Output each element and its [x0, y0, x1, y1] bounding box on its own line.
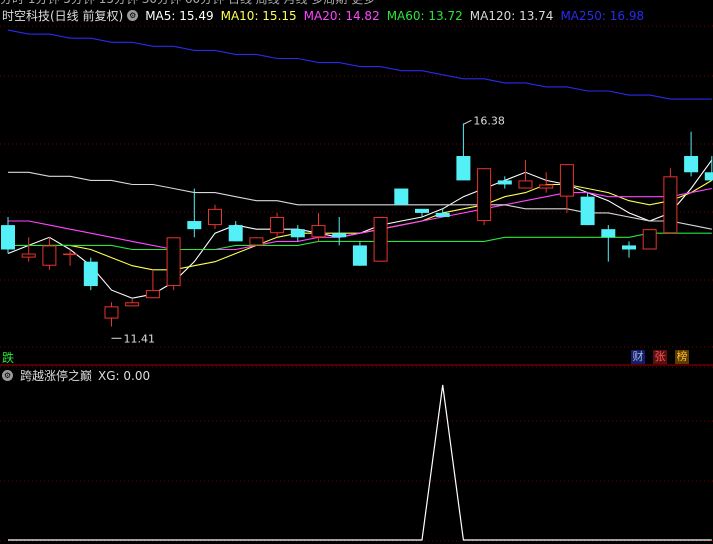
candle-body [580, 196, 595, 226]
candle[interactable] [270, 212, 285, 238]
candle[interactable] [208, 204, 222, 230]
candle-body [104, 306, 119, 319]
ma-line-ma20 [8, 187, 712, 251]
candle[interactable] [63, 249, 78, 266]
candle-body [642, 229, 657, 250]
candle-body [622, 245, 636, 250]
candle-body [435, 212, 450, 217]
candle[interactable] [684, 131, 699, 177]
candle[interactable] [125, 298, 140, 307]
ma-line-ma120 [8, 171, 712, 230]
chart-canvas: 16.38 11.41 [0, 25, 713, 542]
candle[interactable] [559, 164, 574, 213]
candle-body [559, 164, 574, 197]
stock-title: 时空科技(日线 前复权) [2, 9, 124, 23]
candle-body [145, 290, 160, 299]
ma-legend-item: MA5: 15.49 [145, 9, 214, 23]
price-annotation: 16.38 [463, 114, 505, 127]
main-panel-header: 时空科技(日线 前复权) ⚙ MA5: 15.49 MA10: 15.15 MA20: … [2, 7, 651, 25]
candle-body [601, 229, 616, 238]
candle[interactable] [249, 237, 264, 246]
candle-body [21, 253, 36, 258]
candle[interactable] [187, 188, 202, 238]
candle-body [394, 188, 409, 205]
candle[interactable] [228, 221, 243, 242]
candle[interactable] [539, 172, 554, 193]
candle-body [290, 229, 305, 238]
candle[interactable] [21, 237, 36, 262]
candle-body [684, 156, 699, 173]
candle-body [497, 180, 512, 185]
candle-body [63, 253, 78, 256]
indicator-gear-icon[interactable]: ⚙ [2, 370, 13, 381]
candle-body [518, 180, 533, 189]
candle[interactable] [601, 225, 616, 262]
annotation-label: 16.38 [473, 114, 505, 127]
ma-legend: MA5: 15.49 MA10: 15.15 MA20: 14.82 MA60: 13… [145, 9, 651, 23]
candle-body [249, 237, 264, 246]
candle-body [83, 261, 98, 287]
xg-indicator-line [8, 384, 712, 541]
sub-panel-header: ⚙ 跨越涨停之巅 XG: 0.00 [2, 367, 157, 385]
candle-body [311, 225, 326, 238]
candle[interactable] [580, 192, 595, 226]
candle-body [477, 168, 492, 222]
candle[interactable] [42, 237, 57, 270]
ma-legend-item: MA120: 13.74 [469, 9, 554, 23]
finance-badge[interactable]: 财 [631, 350, 645, 364]
candle[interactable] [83, 257, 98, 291]
candle[interactable] [415, 208, 429, 217]
annotation-arrow [463, 119, 472, 125]
candle-body [1, 225, 15, 250]
candle-body [208, 208, 222, 226]
indicator-title: 跨越涨停之巅 [20, 369, 93, 383]
candle[interactable] [373, 216, 388, 262]
price-annotations: 16.38 11.41 [111, 114, 505, 345]
settings-gear-icon[interactable]: ⚙ [127, 10, 139, 21]
candle[interactable] [394, 188, 409, 205]
rank-badge[interactable]: 榜 [675, 350, 689, 364]
limit-up-badge[interactable]: 张 [653, 350, 667, 364]
candle[interactable] [642, 229, 657, 250]
candle-body [270, 216, 285, 234]
candle[interactable] [290, 225, 305, 242]
xg-line [8, 384, 712, 541]
candle[interactable] [435, 208, 450, 217]
candle[interactable] [663, 168, 678, 234]
candle-body [187, 221, 202, 230]
candle-body [42, 245, 57, 266]
candle[interactable] [166, 237, 181, 291]
down-label: 跌 [2, 351, 15, 365]
candlestick-series [1, 123, 713, 327]
candle-body [125, 302, 140, 307]
candle[interactable] [311, 212, 326, 242]
candle-body [228, 225, 243, 242]
candle[interactable] [1, 216, 15, 254]
candle[interactable] [352, 241, 367, 266]
candle[interactable] [622, 241, 636, 258]
grid-lines [0, 25, 713, 542]
candle[interactable] [145, 269, 160, 299]
candle[interactable] [104, 302, 119, 327]
candle-body [166, 237, 181, 287]
candle-body [539, 184, 554, 189]
indicator-value: XG: 0.00 [98, 369, 151, 383]
ma-line-ma250 [7, 29, 712, 100]
ma-legend-item: MA60: 13.72 [386, 9, 463, 23]
candle[interactable] [456, 123, 471, 181]
ma-legend-item: MA20: 14.82 [303, 9, 380, 23]
candle-body [456, 156, 471, 181]
ma-legend-item: MA250: 16.98 [560, 9, 645, 23]
ma-legend-item: MA10: 15.15 [220, 9, 297, 23]
candle-body [332, 233, 347, 238]
candle-body [415, 208, 429, 213]
candle-body [663, 176, 678, 234]
candle-body [704, 172, 713, 181]
candle-body [352, 245, 367, 266]
price-annotation: 11.41 [111, 332, 156, 345]
candle[interactable] [477, 168, 492, 226]
annotation-label: 11.41 [124, 332, 156, 345]
candle-body [373, 216, 388, 262]
